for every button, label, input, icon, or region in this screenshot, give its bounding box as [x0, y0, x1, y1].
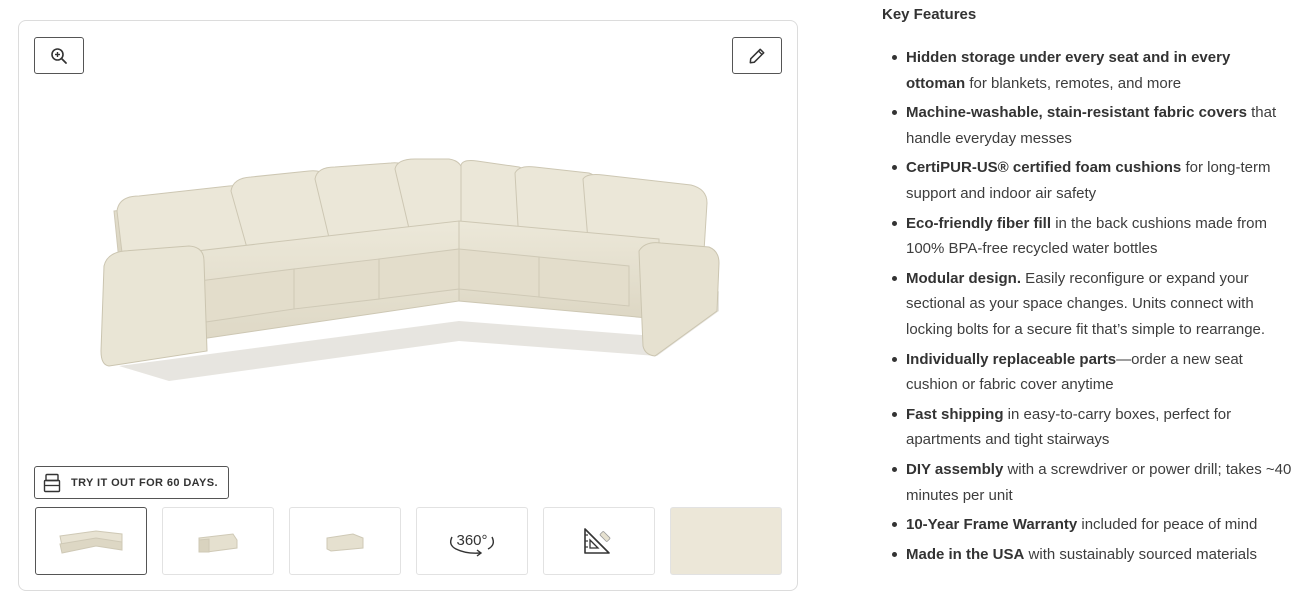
pencil-icon [749, 48, 765, 63]
thumb-360-label: 360° [456, 532, 487, 549]
ruler-triangle-icon [584, 528, 611, 554]
feature-item: DIY assembly with a screwdriver or power… [882, 457, 1292, 508]
thumbnail-sectional-front[interactable] [35, 507, 147, 575]
edit-button[interactable] [732, 37, 782, 74]
feature-item: Individually replaceable parts—order a n… [882, 347, 1292, 398]
sectional-sofa-image [100, 158, 720, 381]
trial-badge-label: TRY IT OUT FOR 60 DAYS. [71, 476, 218, 489]
feature-item: Fast shipping in easy-to-carry boxes, pe… [882, 402, 1292, 453]
product-gallery: TRY IT OUT FOR 60 DAYS. 360° [18, 20, 798, 591]
thumbnail-sectional-angle[interactable] [162, 507, 274, 575]
feature-item: Made in the USA with sustainably sourced… [882, 542, 1292, 568]
feature-item: Machine-washable, stain-resistant fabric… [882, 100, 1292, 151]
feature-item: 10-Year Frame Warranty included for peac… [882, 512, 1292, 538]
thumbnail-fabric-swatch[interactable] [670, 507, 782, 575]
feature-item: Hidden storage under every seat and in e… [882, 45, 1292, 96]
box-icon [43, 473, 61, 492]
key-features-list: Hidden storage under every seat and in e… [882, 45, 1292, 567]
zoom-in-icon [51, 47, 67, 64]
thumbnail-360-view[interactable]: 360° [416, 507, 528, 575]
key-features-heading: Key Features [882, 6, 977, 23]
key-features-panel: Key Features Hidden storage under every … [882, 5, 1292, 571]
trial-badge[interactable]: TRY IT OUT FOR 60 DAYS. [34, 466, 229, 499]
sectional-side-thumb-icon [326, 533, 364, 552]
feature-item: CertiPUR-US® certified foam cushions for… [882, 155, 1292, 206]
sectional-thumb-icon [59, 530, 123, 554]
thumbnail-dimensions[interactable] [543, 507, 655, 575]
zoom-button[interactable] [34, 37, 84, 74]
thumbnail-sectional-side[interactable] [289, 507, 401, 575]
feature-item: Eco-friendly fiber fill in the back cush… [882, 211, 1292, 262]
sectional-angle-thumb-icon [198, 533, 238, 553]
thumbnail-strip: 360° [35, 507, 782, 575]
feature-item: Modular design. Easily reconfigure or ex… [882, 266, 1292, 343]
rotate-360-icon: 360° [449, 532, 495, 557]
